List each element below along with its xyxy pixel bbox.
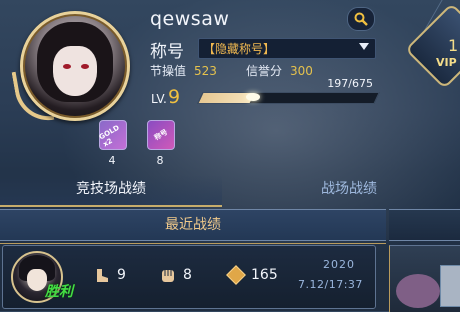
avatar-eye-left xyxy=(63,64,71,69)
level-label: LV. xyxy=(151,92,167,106)
divider xyxy=(0,243,386,244)
record-year: 2020 xyxy=(323,258,355,271)
title-card-badge: 称号 xyxy=(152,128,170,142)
title-card[interactable]: 称号 xyxy=(147,120,175,150)
recent-records-header: 最近战绩 xyxy=(0,209,386,241)
exp-text: 197/675 xyxy=(327,77,373,90)
side-card[interactable] xyxy=(389,245,460,312)
gold-x2-badge: GOLD x2 xyxy=(97,123,121,149)
gold-x2-card[interactable]: GOLD x2 xyxy=(97,120,127,150)
record-score: 165 xyxy=(251,267,278,283)
record-mvp: 8 xyxy=(183,267,192,283)
title-dropdown-value: 【隐藏称号】 xyxy=(203,42,276,56)
credit-stat: 信誉分 300 xyxy=(246,62,313,79)
record-tabs: 竞技场战绩 战场战绩 xyxy=(0,175,460,207)
side-card-art xyxy=(396,274,440,308)
credit-label: 信誉分 xyxy=(246,64,283,78)
search-button[interactable] xyxy=(347,7,375,31)
title-dropdown[interactable]: 【隐藏称号】 xyxy=(198,38,376,59)
tab-battlefield-record[interactable]: 战场战绩 xyxy=(238,175,460,205)
diamond-icon xyxy=(226,265,246,285)
player-name: qewsaw xyxy=(150,8,230,30)
avatar-face xyxy=(53,46,97,96)
record-kills: 9 xyxy=(117,267,126,283)
fist-icon xyxy=(159,267,177,285)
vip-level: 1 xyxy=(448,36,459,55)
record-avatar-face xyxy=(27,269,47,291)
exp-bar xyxy=(197,92,380,104)
boot-icon-graphic xyxy=(97,269,108,282)
fist-icon-graphic xyxy=(162,270,174,282)
side-header xyxy=(389,209,460,241)
title-card-count: 8 xyxy=(156,154,164,167)
title-label: 称号 xyxy=(150,42,184,62)
side-card-image xyxy=(440,265,460,307)
avatar-eye-right xyxy=(81,64,89,69)
chevron-down-icon xyxy=(359,43,369,50)
credit-value: 300 xyxy=(290,64,313,78)
gold-x2-count: 4 xyxy=(108,154,116,167)
record-result: 胜利 xyxy=(45,284,73,300)
exp-bar-spark xyxy=(246,93,260,101)
conduct-value: 523 xyxy=(194,64,217,78)
record-row[interactable]: 胜利 9 8 165 2020 7.12/17:37 xyxy=(2,245,376,309)
search-icon xyxy=(354,12,368,26)
conduct-label: 节操值 xyxy=(150,64,187,78)
tab-arena-record[interactable]: 竞技场战绩 xyxy=(0,175,222,207)
recent-records-title: 最近战绩 xyxy=(165,217,221,233)
record-datetime: 7.12/17:37 xyxy=(298,278,363,291)
level-value: 9 xyxy=(168,86,181,108)
vip-label: VIP xyxy=(436,56,457,69)
avatar-portrait xyxy=(20,11,130,121)
player-avatar[interactable] xyxy=(11,9,134,126)
boot-icon xyxy=(93,267,111,285)
conduct-stat: 节操值 523 xyxy=(150,62,217,79)
